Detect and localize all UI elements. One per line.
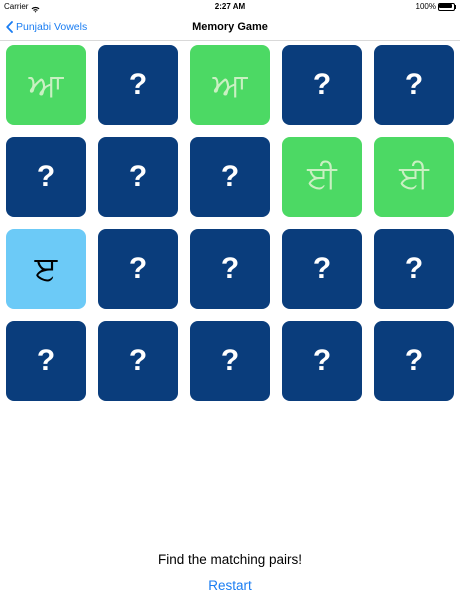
back-button-label: Punjabi Vowels (16, 21, 88, 33)
card-hidden[interactable]: ? (374, 229, 454, 309)
instruction-text: Find the matching pairs! (157, 552, 303, 567)
card-hidden[interactable]: ? (6, 321, 86, 401)
card-hidden[interactable]: ? (374, 45, 454, 125)
card-matched[interactable]: ਈ (374, 137, 454, 217)
status-right: 100% (416, 0, 456, 14)
card-hidden[interactable]: ? (282, 229, 362, 309)
battery-icon (438, 3, 456, 11)
chevron-left-icon (6, 21, 13, 33)
card-matched[interactable]: ਈ (282, 137, 362, 217)
status-time: 2:27 AM (214, 2, 246, 11)
card-hidden[interactable]: ? (98, 321, 178, 401)
navigation-bar: Punjabi Vowels Memory Game (0, 14, 460, 41)
card-hidden[interactable]: ? (190, 229, 270, 309)
card-hidden[interactable]: ? (6, 137, 86, 217)
back-button[interactable]: Punjabi Vowels (6, 14, 87, 40)
card-hidden[interactable]: ? (190, 321, 270, 401)
battery-percentage: 100% (415, 2, 436, 11)
card-hidden[interactable]: ? (98, 229, 178, 309)
card-hidden[interactable]: ? (98, 137, 178, 217)
card-hidden[interactable]: ? (282, 321, 362, 401)
card-matched[interactable]: ਆ (6, 45, 86, 125)
card-hidden[interactable]: ? (190, 137, 270, 217)
restart-button[interactable]: Restart (0, 578, 460, 593)
card-hidden[interactable]: ? (374, 321, 454, 401)
status-bar: Carrier 2:27 AM 100% (0, 0, 460, 14)
card-hidden[interactable]: ? (282, 45, 362, 125)
card-grid: ਆ? ਆ????? ਈ ਈ ੲ????????? (6, 45, 454, 401)
card-hidden[interactable]: ? (98, 45, 178, 125)
card-matched[interactable]: ਆ (190, 45, 270, 125)
card-revealed[interactable]: ੲ (6, 229, 86, 309)
